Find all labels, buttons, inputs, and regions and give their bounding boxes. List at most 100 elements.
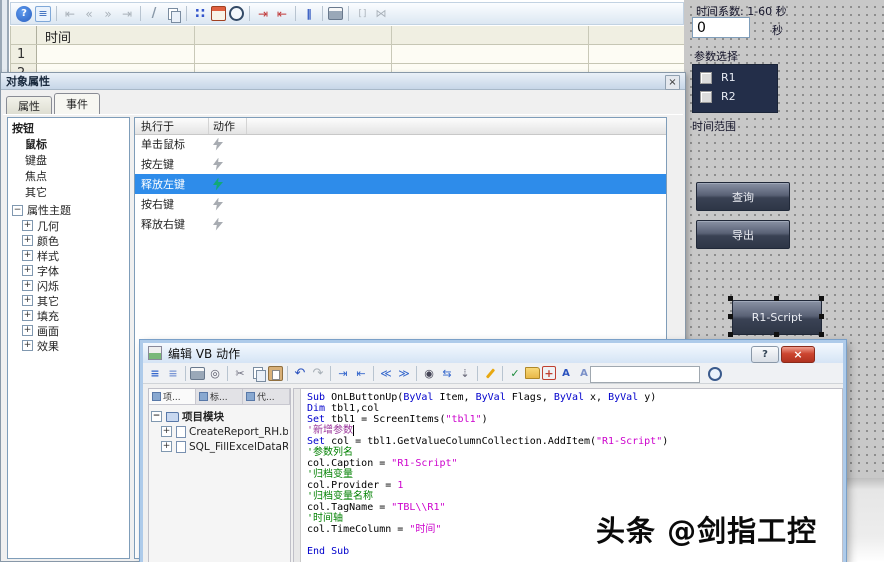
grid-icon[interactable] <box>192 6 208 22</box>
tree-item[interactable]: 焦点 <box>8 168 129 184</box>
table-row[interactable]: 1 <box>11 45 685 64</box>
time-column-header[interactable]: 时间 <box>45 27 71 46</box>
r1-script-button[interactable]: R1-Script <box>732 300 822 335</box>
vb-tree-item[interactable]: +CreateReport_RH.bm <box>151 424 288 439</box>
tree-item[interactable]: +闪烁 <box>8 278 129 293</box>
dialog-titlebar[interactable]: 对象属性 <box>1 73 685 90</box>
vb-toolbar-combo[interactable] <box>590 366 700 383</box>
paste-icon[interactable] <box>268 366 283 381</box>
expand-icon[interactable]: + <box>22 295 33 306</box>
query-button[interactable]: 查询 <box>696 182 790 211</box>
help-icon[interactable] <box>16 6 32 22</box>
time-coeff-input[interactable]: 0 <box>692 17 750 38</box>
event-row[interactable]: 释放左键 <box>135 174 666 194</box>
resize-handle[interactable] <box>774 296 779 301</box>
resize-handle[interactable] <box>819 332 824 337</box>
expand-icon[interactable]: + <box>22 250 33 261</box>
preview-icon[interactable] <box>207 365 223 381</box>
export-icon[interactable] <box>274 6 290 22</box>
expand-icon[interactable]: + <box>22 340 33 351</box>
cut-icon[interactable] <box>232 365 248 381</box>
collapse-icon[interactable]: − <box>12 205 23 216</box>
undo-icon[interactable] <box>292 365 308 381</box>
selected-widget[interactable]: R1-Script <box>728 296 824 337</box>
print-icon[interactable] <box>328 7 343 20</box>
vb-panel-tab[interactable]: 代... <box>243 389 290 404</box>
pause-icon[interactable] <box>301 6 317 22</box>
redo-icon[interactable] <box>310 365 326 381</box>
tree-item[interactable]: +颜色 <box>8 233 129 248</box>
nav-prev-icon[interactable] <box>81 6 97 22</box>
resize-handle[interactable] <box>819 314 824 319</box>
column-header[interactable]: 执行于 <box>135 118 209 134</box>
help-icon[interactable]: ? <box>751 346 779 363</box>
tab-事件[interactable]: 事件 <box>54 93 100 114</box>
close-icon[interactable]: × <box>781 346 815 363</box>
join-icon[interactable] <box>373 6 389 22</box>
tab-属性[interactable]: 属性 <box>6 96 52 114</box>
replace-icon[interactable] <box>439 365 455 381</box>
resize-handle[interactable] <box>819 296 824 301</box>
vb-titlebar[interactable]: 编辑 VB 动作 <box>143 343 843 363</box>
tree-item[interactable]: +其它 <box>8 293 129 308</box>
tree-item[interactable]: 键盘 <box>8 152 129 168</box>
find-icon[interactable] <box>421 365 437 381</box>
bookmark-a-icon[interactable] <box>558 365 574 381</box>
tree-item[interactable]: 其它 <box>8 184 129 200</box>
event-category-tree[interactable]: 按钮 鼠标键盘焦点其它 − 属性主题 +几何+颜色+样式+字体+闪烁+其它+填充… <box>7 117 130 559</box>
expand-icon[interactable]: + <box>22 280 33 291</box>
event-row[interactable]: 按左键 <box>135 154 666 174</box>
tree-item[interactable]: +填充 <box>8 308 129 323</box>
folder-icon[interactable] <box>525 367 540 379</box>
brackets-icon[interactable] <box>354 6 370 22</box>
copy-icon[interactable] <box>250 365 266 381</box>
form-icon[interactable] <box>35 6 51 22</box>
import-icon[interactable] <box>255 6 271 22</box>
tree-group-row[interactable]: − 属性主题 <box>8 202 129 218</box>
expand-icon[interactable]: + <box>22 265 33 276</box>
vb-panel-tab[interactable]: 标... <box>196 389 243 404</box>
expand-icon[interactable]: + <box>22 310 33 321</box>
tree-item[interactable]: +字体 <box>8 263 129 278</box>
column-header[interactable]: 动作 <box>209 118 247 134</box>
nav-next-icon[interactable] <box>100 6 116 22</box>
close-icon[interactable]: × <box>665 75 680 90</box>
param-checkbox-row[interactable]: R1 <box>700 71 777 84</box>
nav-last-icon[interactable] <box>119 6 135 22</box>
report-table[interactable]: 时间 1 2 <box>10 26 685 72</box>
copy-icon[interactable] <box>165 6 181 22</box>
timer-icon[interactable] <box>708 367 722 381</box>
print-icon[interactable] <box>190 367 205 380</box>
checkbox[interactable] <box>700 91 712 103</box>
tree-item[interactable]: +效果 <box>8 338 129 353</box>
tree-item[interactable]: +几何 <box>8 218 129 233</box>
run-check-icon[interactable] <box>507 365 523 381</box>
shift-left-icon[interactable] <box>378 365 394 381</box>
vb-panel-tab[interactable]: 项... <box>149 389 196 404</box>
tree-item[interactable]: +样式 <box>8 248 129 263</box>
add-icon[interactable] <box>542 366 556 380</box>
calendar-icon[interactable] <box>211 6 226 21</box>
list1-icon[interactable] <box>147 365 163 381</box>
expand-icon[interactable]: + <box>22 325 33 336</box>
export-button[interactable]: 导出 <box>696 220 790 249</box>
collapse-icon[interactable]: − <box>151 411 162 422</box>
expand-icon[interactable]: + <box>22 235 33 246</box>
indent-icon[interactable] <box>335 365 351 381</box>
expand-icon[interactable]: + <box>161 441 172 452</box>
edit-icon[interactable] <box>146 6 162 22</box>
event-row[interactable]: 单击鼠标 <box>135 134 666 154</box>
list2-icon[interactable] <box>165 365 181 381</box>
goto-icon[interactable] <box>457 365 473 381</box>
tree-root-button[interactable]: 按钮 <box>8 120 129 136</box>
event-row[interactable]: 按右键 <box>135 194 666 214</box>
resize-handle[interactable] <box>728 296 733 301</box>
table-row[interactable]: 2 <box>11 64 685 72</box>
resize-handle[interactable] <box>728 332 733 337</box>
resize-handle[interactable] <box>774 332 779 337</box>
tree-item[interactable]: 鼠标 <box>8 136 129 152</box>
project-root-row[interactable]: − 项目模块 <box>151 409 288 424</box>
expand-icon[interactable]: + <box>22 220 33 231</box>
checkbox[interactable] <box>700 72 712 84</box>
tree-item[interactable]: +画面 <box>8 323 129 338</box>
